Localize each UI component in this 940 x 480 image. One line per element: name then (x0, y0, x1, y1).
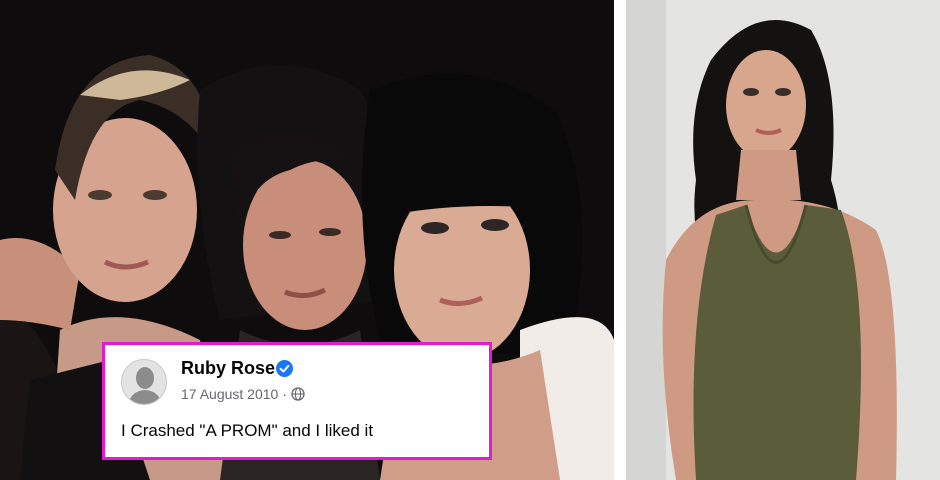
portrait-photo-illustration (626, 0, 940, 480)
meta-separator: · (282, 386, 287, 402)
verified-badge-icon (276, 360, 293, 377)
post-meta: 17 August 2010 · (181, 386, 305, 402)
portrait-photo (626, 0, 940, 480)
post-card: Ruby Rose 17 August 2010 · I Crashed "A … (102, 342, 492, 460)
post-text: I Crashed "A PROM" and I liked it (121, 421, 374, 440)
profile-avatar[interactable] (121, 359, 167, 405)
globe-icon (291, 387, 305, 401)
post-date[interactable]: 17 August 2010 (181, 386, 278, 402)
avatar-silhouette-icon (122, 360, 166, 404)
image-divider (614, 0, 626, 480)
author-name[interactable]: Ruby Rose (181, 358, 275, 379)
